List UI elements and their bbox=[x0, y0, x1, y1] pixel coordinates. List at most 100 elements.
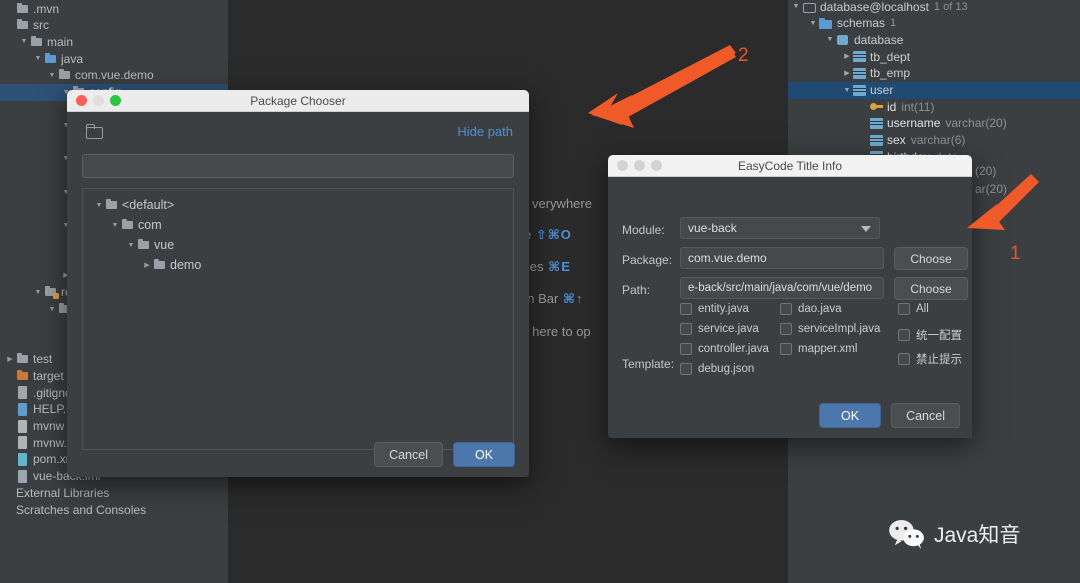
chevron-down-icon[interactable]: ▼ bbox=[109, 222, 121, 229]
editor-hint-line: iles ⌘E bbox=[524, 259, 571, 275]
easycode-titlebar[interactable]: EasyCode Title Info bbox=[608, 155, 972, 177]
chevron-down-icon[interactable]: ▼ bbox=[125, 242, 137, 249]
project-tree-row[interactable]: .mvn bbox=[0, 0, 228, 17]
folder-icon bbox=[30, 36, 44, 48]
ok-button[interactable]: OK bbox=[819, 403, 881, 428]
chevron-down-icon[interactable]: ▼ bbox=[841, 87, 853, 94]
package-tree-row[interactable]: ▼vue bbox=[83, 235, 513, 255]
database-tree-row[interactable]: ▶tb_dept bbox=[841, 48, 910, 65]
checkbox-icon[interactable] bbox=[780, 343, 792, 355]
chevron-down-icon[interactable]: ▼ bbox=[93, 202, 105, 209]
project-tree-row[interactable]: src bbox=[0, 17, 228, 34]
database-tree-row[interactable]: usernamevarchar(20) bbox=[858, 115, 1007, 132]
package-tree[interactable]: ▼<default>▼com▼vue▶demo bbox=[82, 188, 514, 450]
folder-icon bbox=[16, 353, 30, 365]
chevron-right-icon[interactable]: ▶ bbox=[841, 70, 853, 77]
watermark: Java知音 bbox=[888, 519, 1020, 549]
checkbox-icon[interactable] bbox=[680, 363, 692, 375]
checkbox-icon[interactable] bbox=[898, 303, 910, 315]
package-tree-row[interactable]: ▼<default> bbox=[83, 195, 513, 215]
module-select[interactable]: vue-back bbox=[680, 217, 880, 239]
package-choose-button[interactable]: Choose bbox=[894, 247, 968, 270]
close-icon[interactable] bbox=[76, 95, 87, 106]
project-tree-row[interactable]: Scratches and Consoles bbox=[0, 501, 228, 518]
checkbox-icon[interactable] bbox=[898, 329, 910, 341]
template-checkbox[interactable]: controller.java bbox=[680, 343, 769, 355]
package-icon bbox=[105, 199, 119, 211]
folder-icon[interactable] bbox=[85, 124, 103, 139]
project-tree-row[interactable]: ▼com.vue.demo bbox=[0, 67, 228, 84]
easycode-title-info-dialog[interactable]: EasyCode Title Info Module: vue-back Pac… bbox=[608, 155, 972, 438]
checkbox-icon[interactable] bbox=[780, 323, 792, 335]
chevron-down-icon[interactable]: ▼ bbox=[824, 36, 836, 43]
easycode-buttons: OK Cancel bbox=[819, 403, 960, 428]
checkbox-icon[interactable] bbox=[680, 343, 692, 355]
chevron-down-icon[interactable]: ▼ bbox=[18, 38, 30, 45]
column-icon bbox=[870, 118, 883, 129]
package-input[interactable]: com.vue.demo bbox=[680, 247, 884, 269]
folder-icon bbox=[16, 3, 30, 15]
chevron-down-icon[interactable]: ▼ bbox=[46, 306, 58, 313]
database-tree-row[interactable]: idint(11) bbox=[858, 98, 934, 115]
checkbox-icon[interactable] bbox=[780, 303, 792, 315]
chevron-down-icon[interactable]: ▼ bbox=[32, 55, 44, 62]
close-icon[interactable] bbox=[617, 160, 628, 171]
file-icon bbox=[16, 403, 30, 416]
watermark-text: Java知音 bbox=[934, 519, 1020, 549]
checkbox-icon[interactable] bbox=[680, 323, 692, 335]
template-checkbox[interactable]: 统一配置 bbox=[898, 327, 962, 343]
package-tree-row[interactable]: ▼com bbox=[83, 215, 513, 235]
template-checkbox[interactable]: service.java bbox=[680, 323, 759, 335]
database-tree-label: id bbox=[887, 100, 896, 114]
window-controls[interactable] bbox=[67, 95, 121, 106]
path-choose-button[interactable]: Choose bbox=[894, 277, 968, 300]
package-chooser-dialog[interactable]: Package Chooser Hide path ▼<default>▼com… bbox=[67, 90, 529, 477]
project-tree-label: main bbox=[47, 35, 73, 49]
project-tree-row[interactable]: External Libraries bbox=[0, 484, 228, 501]
window-controls[interactable] bbox=[608, 160, 662, 171]
project-tree-row[interactable]: ▼java bbox=[0, 50, 228, 67]
checkbox-icon[interactable] bbox=[680, 303, 692, 315]
template-checkbox[interactable]: 禁止提示 bbox=[898, 351, 962, 367]
chevron-right-icon[interactable]: ▶ bbox=[141, 262, 153, 269]
hint-shortcut: ⇧⌘O bbox=[531, 227, 572, 242]
database-tree-label: database@localhost bbox=[820, 0, 929, 14]
minimize-icon[interactable] bbox=[93, 95, 104, 106]
package-path-input[interactable] bbox=[82, 154, 514, 178]
database-tree-row[interactable]: ▼database bbox=[824, 31, 903, 48]
cancel-button[interactable]: Cancel bbox=[891, 403, 960, 428]
template-checkbox[interactable]: debug.json bbox=[680, 363, 754, 375]
path-input[interactable]: e-back/src/main/java/com/vue/demo bbox=[680, 277, 884, 299]
database-tree-row[interactable]: ▼schemas1 bbox=[807, 15, 896, 32]
maximize-icon[interactable] bbox=[651, 160, 662, 171]
chevron-down-icon[interactable]: ▼ bbox=[807, 20, 819, 27]
project-tree-row[interactable]: ▼ main bbox=[0, 33, 228, 50]
table-icon bbox=[853, 68, 866, 79]
ok-button[interactable]: OK bbox=[453, 442, 515, 467]
database-tree-row[interactable]: sexvarchar(6) bbox=[858, 132, 965, 149]
template-checkbox[interactable]: serviceImpl.java bbox=[780, 323, 880, 335]
hide-path-link[interactable]: Hide path bbox=[457, 124, 513, 139]
template-checkbox[interactable]: dao.java bbox=[780, 303, 841, 315]
chevron-down-icon[interactable]: ▼ bbox=[790, 3, 802, 10]
chevron-right-icon[interactable]: ▶ bbox=[841, 53, 853, 60]
template-checkbox[interactable]: entity.java bbox=[680, 303, 749, 315]
template-checkbox[interactable]: mapper.xml bbox=[780, 343, 857, 355]
chevron-down-icon[interactable]: ▼ bbox=[32, 289, 44, 296]
file-icon bbox=[16, 453, 30, 466]
package-chooser-titlebar[interactable]: Package Chooser bbox=[67, 90, 529, 112]
database-tree-row[interactable]: ▼user bbox=[788, 82, 1080, 99]
maximize-icon[interactable] bbox=[110, 95, 121, 106]
template-checkbox[interactable]: All bbox=[898, 303, 929, 315]
database-tree-row[interactable]: ▶tb_emp bbox=[841, 65, 910, 82]
database-tree-row[interactable]: ▼database@localhost1 of 13 bbox=[790, 0, 968, 15]
cancel-button[interactable]: Cancel bbox=[374, 442, 443, 467]
chevron-down-icon[interactable]: ▼ bbox=[46, 72, 58, 79]
minimize-icon[interactable] bbox=[634, 160, 645, 171]
table-icon bbox=[853, 51, 866, 62]
checkbox-icon[interactable] bbox=[898, 353, 910, 365]
folder-icon bbox=[58, 69, 72, 81]
key-icon bbox=[870, 101, 883, 113]
package-tree-row[interactable]: ▶demo bbox=[83, 255, 513, 275]
chevron-right-icon[interactable]: ▶ bbox=[4, 356, 16, 363]
